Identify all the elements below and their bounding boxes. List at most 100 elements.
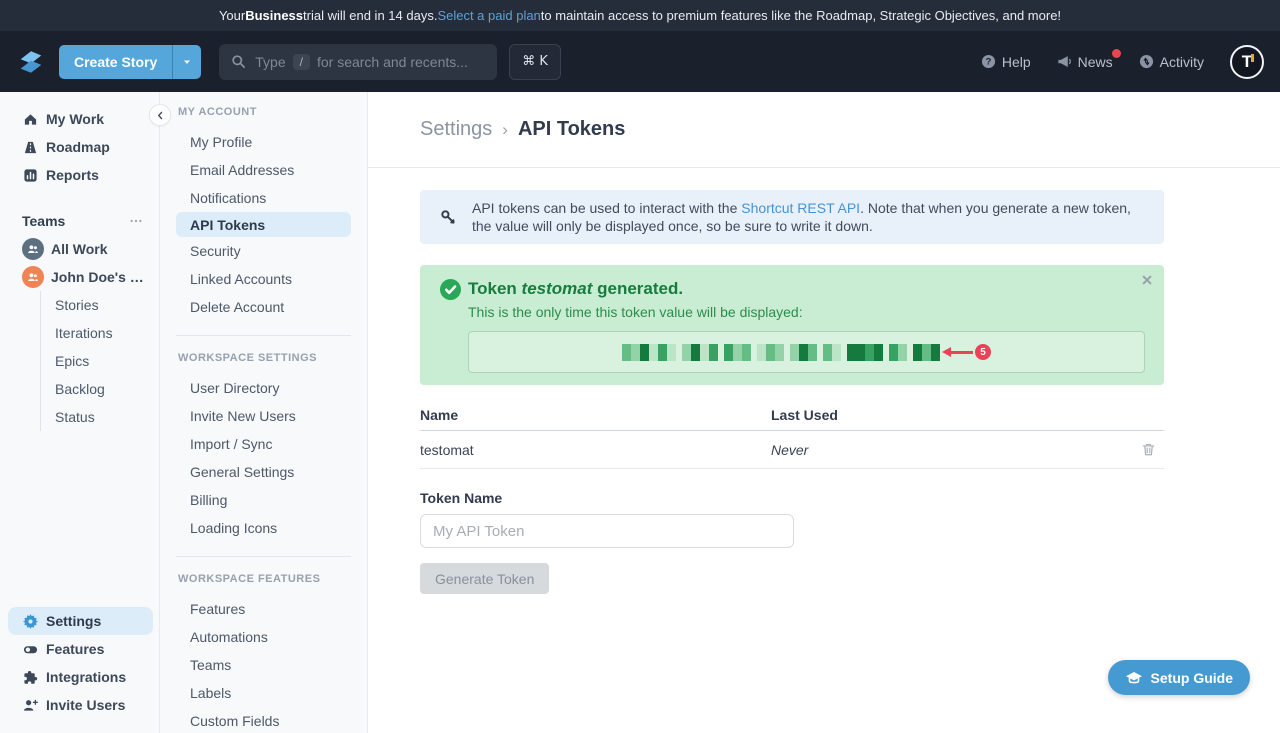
settings-nav-general-settings[interactable]: General Settings: [160, 458, 367, 486]
breadcrumb-separator: ›: [502, 120, 508, 140]
home-icon: [22, 111, 38, 127]
sidebar-item-roadmap[interactable]: Roadmap: [0, 133, 159, 161]
help-icon: ?: [981, 54, 996, 69]
token-name-input[interactable]: [420, 514, 794, 548]
help-button[interactable]: ? Help: [981, 54, 1031, 70]
help-label[interactable]: Help: [1002, 54, 1031, 70]
generate-token-button[interactable]: Generate Token: [420, 563, 549, 594]
news-button[interactable]: News: [1057, 54, 1113, 70]
sidebar-item-settings[interactable]: Settings: [8, 607, 153, 635]
settings-nav-teams[interactable]: Teams: [160, 651, 367, 679]
search-input[interactable]: Type / for search and recents...: [219, 44, 497, 80]
sidebar-item-invite-users[interactable]: Invite Users: [0, 691, 159, 719]
key-icon: [440, 209, 457, 226]
settings-nav-automations[interactable]: Automations: [160, 623, 367, 651]
user-avatar[interactable]: T: [1230, 45, 1264, 79]
trial-text-prefix: Your: [219, 8, 245, 23]
page-title: API Tokens: [518, 118, 625, 141]
sidebar-item-epics[interactable]: Epics: [41, 347, 159, 375]
create-story-label[interactable]: Create Story: [59, 45, 172, 79]
breadcrumb: Settings › API Tokens: [368, 92, 1280, 168]
settings-nav-custom-fields[interactable]: Custom Fields: [160, 707, 367, 733]
settings-nav-loading-icons[interactable]: Loading Icons: [160, 514, 367, 542]
setup-guide-button[interactable]: Setup Guide: [1108, 660, 1250, 695]
divider: [176, 335, 351, 336]
sidebar-item-reports[interactable]: Reports: [0, 161, 159, 189]
activity-button[interactable]: Activity: [1139, 54, 1204, 70]
sidebar-item-all-work[interactable]: All Work: [0, 235, 159, 263]
sidebar-item-label: Reports: [46, 167, 99, 183]
arrow-line: [951, 351, 973, 354]
sidebar-item-features[interactable]: Features: [0, 635, 159, 663]
sidebar-item-label: Roadmap: [46, 139, 110, 155]
person-add-icon: [22, 697, 38, 713]
settings-nav-invite-new-users[interactable]: Invite New Users: [160, 402, 367, 430]
ellipsis-icon[interactable]: [129, 214, 143, 228]
settings-nav-security[interactable]: Security: [160, 237, 367, 265]
settings-nav-user-directory[interactable]: User Directory: [160, 374, 367, 402]
toggle-icon: [22, 641, 38, 657]
settings-nav-email-addresses[interactable]: Email Addresses: [160, 156, 367, 184]
settings-nav-linked-accounts[interactable]: Linked Accounts: [160, 265, 367, 293]
sidebar-item-label: Invite Users: [46, 697, 125, 713]
trash-icon[interactable]: [1141, 442, 1156, 457]
collapse-sidebar-button[interactable]: [149, 104, 171, 126]
sidebar-item-label: Integrations: [46, 669, 126, 685]
avatar-initial: T: [1242, 52, 1252, 72]
token-generated-title: Token testomat generated.: [468, 278, 1146, 299]
team-label: All Work: [51, 241, 151, 257]
select-paid-plan-link[interactable]: Select a paid plan: [437, 8, 540, 23]
team-avatar-icon: [22, 238, 44, 260]
sidebar-item-stories[interactable]: Stories: [41, 291, 159, 319]
settings-navigation: MY ACCOUNT My Profile Email Addresses No…: [160, 92, 368, 733]
info-text: API tokens can be used to interact with …: [472, 199, 1144, 235]
settings-nav-delete-account[interactable]: Delete Account: [160, 293, 367, 321]
teams-header-label: Teams: [22, 213, 65, 229]
sidebar-item-integrations[interactable]: Integrations: [0, 663, 159, 691]
trial-plan-name: Business: [245, 8, 303, 23]
settings-nav-import-sync[interactable]: Import / Sync: [160, 430, 367, 458]
table-row: testomat Never: [420, 431, 1164, 469]
settings-section-title: WORKSPACE FEATURES: [160, 573, 367, 585]
chevron-left-icon: [155, 110, 166, 121]
settings-nav-labels[interactable]: Labels: [160, 679, 367, 707]
search-placeholder: for search and recents...: [317, 54, 468, 70]
breadcrumb-settings-link[interactable]: Settings: [420, 118, 492, 141]
search-type-label: Type: [255, 54, 285, 70]
shortcut-rest-api-link[interactable]: Shortcut REST API: [741, 200, 860, 216]
annotation-badge: 5: [975, 344, 991, 360]
table-header: Name Last Used: [420, 407, 1164, 431]
top-navigation: Create Story Type / for search and recen…: [0, 31, 1280, 92]
sidebar-item-iterations[interactable]: Iterations: [41, 319, 159, 347]
news-notification-dot: [1112, 49, 1121, 58]
primary-sidebar: My Work Roadmap Reports Teams All Wor: [0, 92, 160, 733]
sidebar-item-label: My Work: [46, 111, 104, 127]
settings-nav-api-tokens[interactable]: API Tokens: [176, 212, 351, 237]
divider: [176, 556, 351, 557]
close-icon[interactable]: [1141, 274, 1153, 286]
settings-nav-billing[interactable]: Billing: [160, 486, 367, 514]
sidebar-item-backlog[interactable]: Backlog: [41, 375, 159, 403]
sidebar-item-my-work[interactable]: My Work: [0, 105, 159, 133]
activity-label[interactable]: Activity: [1160, 54, 1204, 70]
cmd-k-shortcut-hint: ⌘ K: [509, 44, 561, 80]
create-story-button[interactable]: Create Story: [59, 45, 201, 79]
settings-nav-notifications[interactable]: Notifications: [160, 184, 367, 212]
settings-nav-my-profile[interactable]: My Profile: [160, 128, 367, 156]
settings-section-title: MY ACCOUNT: [160, 106, 367, 118]
search-icon: [231, 54, 246, 69]
token-display-once-note: This is the only time this token value w…: [468, 304, 1146, 320]
sidebar-bottom-group: Settings Features Integrations Invite Us…: [0, 607, 159, 733]
news-label[interactable]: News: [1078, 54, 1113, 70]
teams-section-header: Teams: [0, 207, 159, 235]
token-redaction: [622, 344, 940, 361]
token-name-cell: testomat: [420, 442, 771, 458]
shortcut-logo-icon[interactable]: [16, 47, 46, 77]
sidebar-item-john-does-team[interactable]: John Doe's Te...: [0, 263, 159, 291]
sidebar-item-status[interactable]: Status: [41, 403, 159, 431]
puzzle-icon: [22, 669, 38, 685]
chevron-down-icon[interactable]: [172, 45, 201, 79]
arrow-head-icon: [942, 347, 951, 357]
nav-right-group: ? Help News Activity T: [981, 45, 1264, 79]
settings-nav-features[interactable]: Features: [160, 595, 367, 623]
